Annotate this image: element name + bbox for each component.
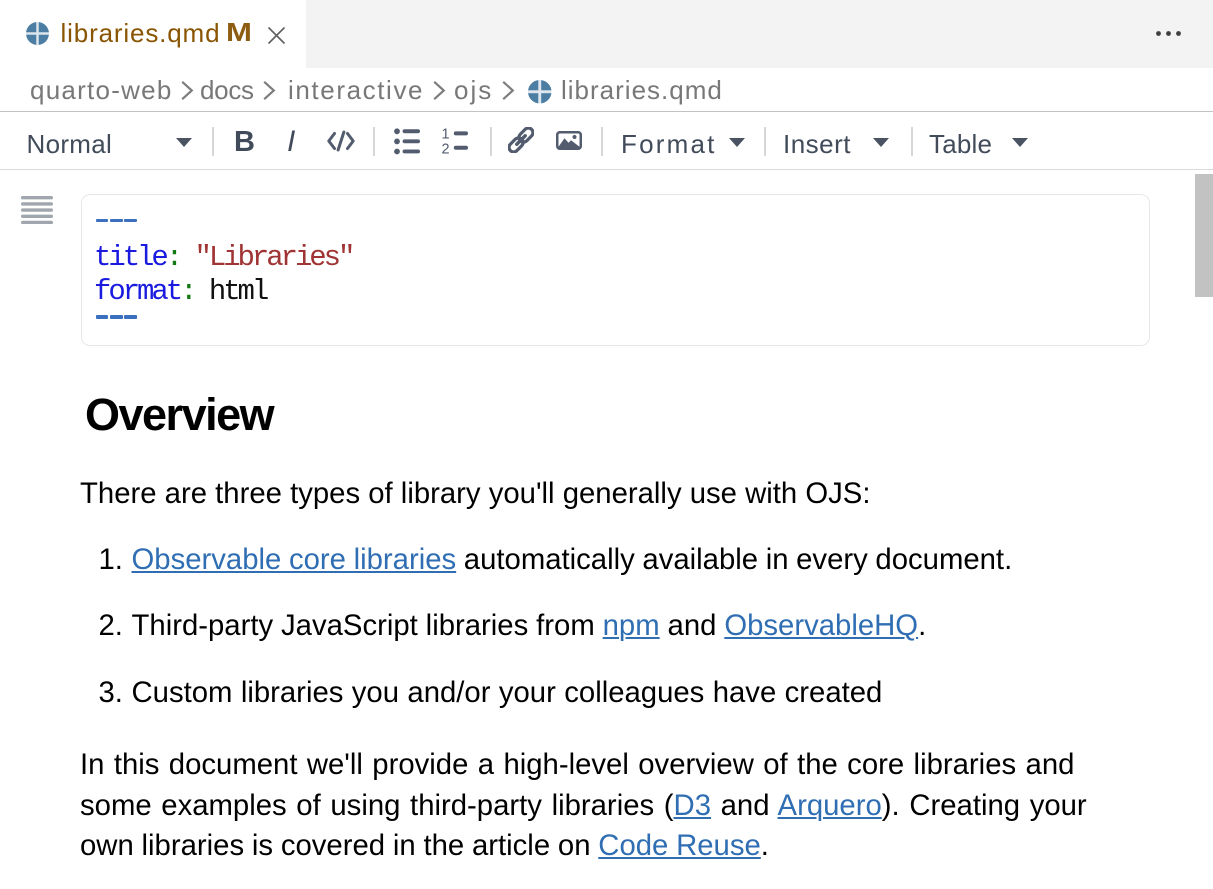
svg-text:1: 1 [442,127,450,142]
svg-text:2: 2 [442,141,450,155]
